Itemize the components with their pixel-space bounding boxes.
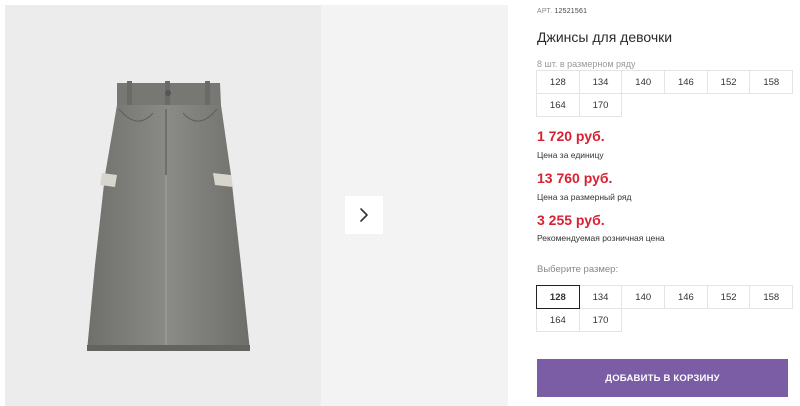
article-number: АРТ. 12521561 (537, 8, 587, 15)
pack-size-cell: 128 (536, 70, 580, 94)
size-option[interactable]: 158 (749, 285, 794, 309)
product-gallery (0, 0, 508, 406)
article-label: АРТ. (537, 8, 553, 15)
size-option[interactable]: 152 (706, 285, 751, 309)
pack-size-cell: 164 (536, 93, 580, 117)
retail-price: 3 255 руб. (537, 212, 605, 228)
size-option[interactable]: 164 (536, 308, 580, 332)
size-option[interactable]: 140 (621, 285, 666, 309)
product-photo[interactable] (5, 5, 321, 406)
size-option[interactable]: 134 (578, 285, 623, 309)
jeans-image (87, 81, 250, 351)
pack-size-grid: 128 134 140 146 152 158 164 170 (536, 70, 794, 117)
size-picker-grid: 128 134 140 146 152 158 164 170 (536, 285, 794, 332)
size-option[interactable]: 170 (578, 308, 623, 332)
add-to-cart-button[interactable]: ДОБАВИТЬ В КОРЗИНУ (537, 359, 788, 397)
next-slide-button[interactable] (345, 196, 383, 234)
product-title: Джинсы для девочки (537, 29, 673, 45)
pack-size-cell: 140 (621, 70, 666, 94)
unit-price: 1 720 руб. (537, 128, 605, 144)
pack-size-cell: 158 (749, 70, 794, 94)
pack-note: 8 шт. в размерном ряду (537, 59, 636, 69)
size-option[interactable]: 146 (664, 285, 708, 309)
chevron-right-icon (360, 208, 368, 222)
pack-size-cell: 170 (578, 93, 623, 117)
size-option-selected[interactable]: 128 (536, 285, 580, 309)
pack-size-cell: 152 (706, 70, 751, 94)
pack-price-caption: Цена за размерный ряд (537, 192, 632, 202)
pack-size-cell: 146 (664, 70, 708, 94)
size-picker-label: Выберите размер: (537, 264, 619, 275)
article-value: 12521561 (554, 8, 588, 15)
retail-price-caption: Рекомендуемая розничная цена (537, 233, 665, 243)
pack-price: 13 760 руб. (537, 170, 613, 186)
unit-price-caption: Цена за единицу (537, 150, 604, 160)
pack-size-cell: 134 (578, 70, 623, 94)
